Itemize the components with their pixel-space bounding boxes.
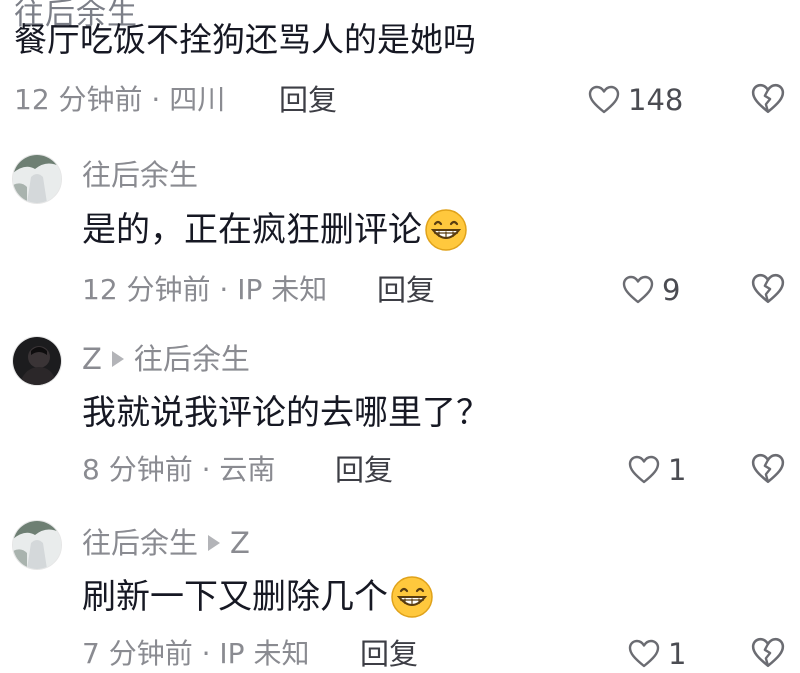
comment-meta: 12 分钟前 · 四川 回复 148 (0, 80, 800, 120)
play-arrow-icon (208, 535, 221, 551)
avatar-image (13, 337, 61, 385)
top-comment: 往后余生 餐厅吃饭不拴狗还骂人的是她吗 12 分钟前 · 四川 回复 148 (0, 0, 800, 132)
avatar[interactable] (12, 336, 62, 386)
username[interactable]: 往后余生 Z (82, 524, 250, 562)
reply-to-username[interactable]: 往后余生 (134, 340, 250, 378)
comment-time-location: 12 分钟前 · 四川 (14, 83, 226, 116)
reply-button[interactable]: 回复 (360, 634, 418, 673)
comment-text[interactable]: 餐厅吃饭不拴狗还骂人的是她吗 (14, 18, 476, 62)
like-button[interactable]: 148 (588, 80, 683, 120)
reply-button[interactable]: 回复 (335, 450, 393, 490)
heart-outline-icon (628, 639, 660, 668)
comment-meta: 8 分钟前 · 云南 回复 1 (0, 450, 800, 490)
broken-heart-icon[interactable] (751, 82, 785, 116)
comment-text[interactable]: 我就说我评论的去哪里了？ (82, 390, 490, 436)
broken-heart-icon[interactable] (751, 272, 785, 306)
like-button[interactable]: 1 (628, 634, 686, 673)
like-count: 1 (668, 453, 687, 487)
username-text: 往后余生 (82, 158, 199, 192)
comment-text[interactable]: 是的，正在疯狂删评论 (82, 207, 468, 253)
username[interactable]: Z 往后余生 (82, 340, 250, 378)
comment-meta: 7 分钟前 · IP 未知 回复 1 (0, 634, 800, 673)
broken-heart-icon[interactable] (751, 452, 785, 486)
avatar-image (13, 155, 61, 203)
like-count: 148 (628, 83, 684, 117)
username-text: Z (82, 342, 102, 376)
comment-meta: 12 分钟前 · IP 未知 回复 9 (0, 270, 800, 310)
avatar-image (13, 521, 61, 569)
comment-text-content: 刷新一下又删除几个 (82, 577, 388, 617)
reply-to-username[interactable]: Z (230, 524, 250, 562)
username-text: 往后余生 (82, 526, 199, 560)
like-button[interactable]: 1 (628, 450, 686, 490)
comment-time-location: 8 分钟前 · 云南 (82, 453, 276, 486)
like-button[interactable]: 9 (622, 270, 680, 310)
comment-time-location: 7 分钟前 · IP 未知 (82, 637, 310, 670)
comment-thread: 往后余生 餐厅吃饭不拴狗还骂人的是她吗 12 分钟前 · 四川 回复 148 往… (0, 0, 800, 673)
grin-emoji-icon (391, 576, 433, 618)
avatar[interactable] (12, 154, 62, 204)
comment-time-location: 12 分钟前 · IP 未知 (82, 273, 328, 306)
play-arrow-icon (111, 351, 124, 367)
reply-button[interactable]: 回复 (377, 270, 435, 310)
reply-button[interactable]: 回复 (279, 80, 337, 120)
grin-emoji-icon (425, 209, 467, 251)
broken-heart-icon[interactable] (751, 636, 785, 670)
like-count: 1 (668, 637, 687, 671)
avatar[interactable] (12, 520, 62, 570)
username[interactable]: 往后余生 (82, 156, 198, 194)
heart-outline-icon (622, 275, 654, 304)
heart-outline-icon (588, 85, 620, 114)
comment-text[interactable]: 刷新一下又删除几个 (82, 574, 434, 620)
like-count: 9 (662, 273, 681, 307)
comment-text-content: 是的，正在疯狂删评论 (82, 210, 422, 250)
heart-outline-icon (628, 455, 660, 484)
comment-text-content: 我就说我评论的去哪里了？ (82, 393, 490, 433)
